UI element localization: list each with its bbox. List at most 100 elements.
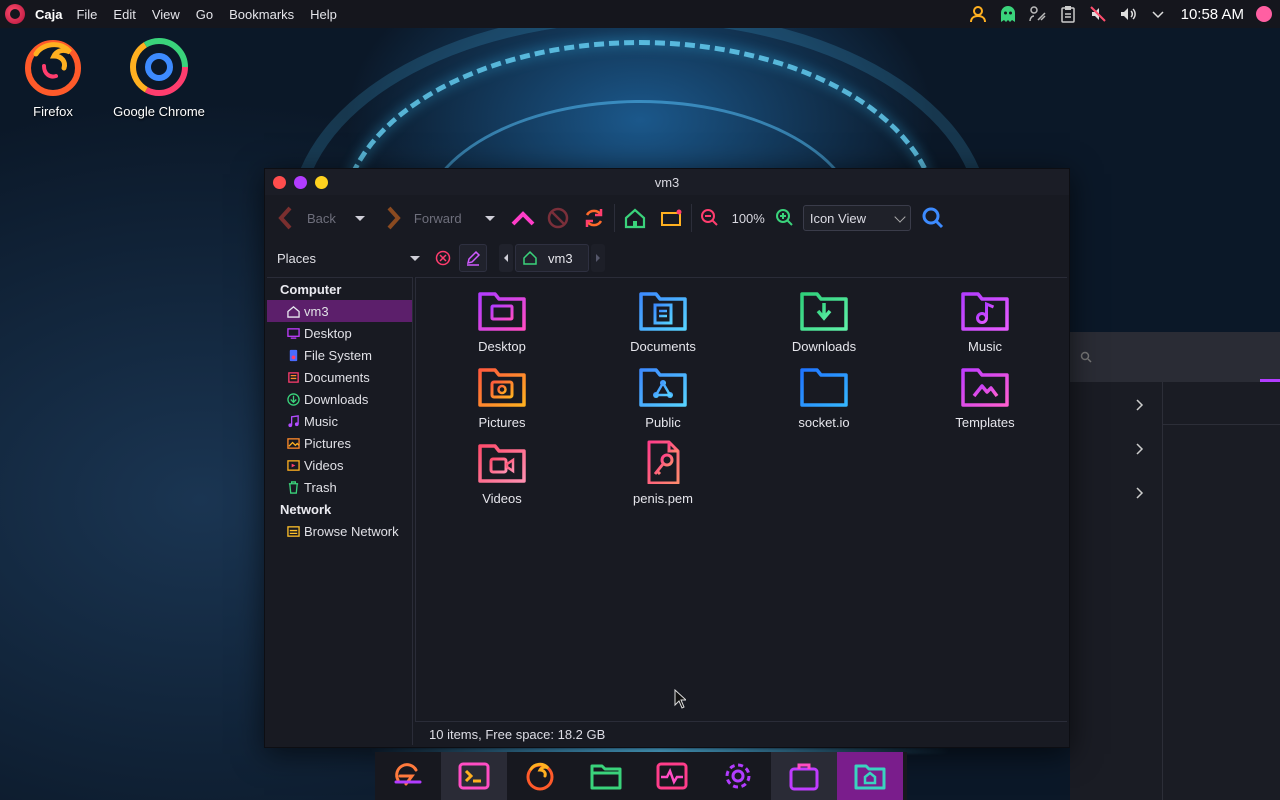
sidebar-item-browse-network[interactable]: Browse Network [267, 520, 412, 542]
search-icon[interactable] [921, 206, 945, 230]
dock-item-firefox[interactable] [507, 752, 573, 800]
back-button[interactable]: Back [277, 202, 336, 234]
dock-item-menu[interactable] [375, 752, 441, 800]
folder-pictures-icon [478, 368, 526, 407]
close-sidebar-icon[interactable] [435, 250, 451, 266]
user-icon[interactable] [969, 5, 987, 23]
up-arrow-icon[interactable] [510, 207, 536, 229]
menu-edit[interactable]: Edit [113, 7, 135, 22]
sidebar-item-vm3[interactable]: vm3 [267, 300, 412, 322]
volume-icon[interactable] [1119, 5, 1137, 23]
zoom-level[interactable]: 100% [732, 211, 765, 226]
sidebar-item-label: File System [304, 347, 372, 363]
dock-item-software[interactable] [771, 752, 837, 800]
chevron-down-icon[interactable] [1149, 5, 1167, 23]
downloads-icon [287, 392, 300, 406]
breadcrumb-label: vm3 [548, 250, 573, 266]
dock-item-files[interactable] [573, 752, 639, 800]
sidebar-item-file-system[interactable]: File System [267, 344, 412, 366]
dock-item-system-monitor[interactable] [639, 752, 705, 800]
stop-icon[interactable] [546, 206, 570, 230]
background-window[interactable] [1070, 332, 1280, 800]
sidebar-item-trash[interactable]: Trash [267, 476, 412, 498]
minimize-button[interactable] [315, 175, 328, 189]
chevron-right-icon[interactable] [1132, 398, 1146, 412]
sidebar-item-pictures[interactable]: Pictures [267, 432, 412, 454]
edit-location-button[interactable] [459, 244, 487, 272]
dock-item-home-folder[interactable] [837, 752, 903, 800]
desktop-icon-chrome[interactable]: Google Chrome [104, 36, 214, 119]
settings-icon [725, 763, 751, 789]
computer-icon[interactable] [659, 207, 683, 229]
clipboard-icon[interactable] [1059, 5, 1077, 23]
chevron-right-icon[interactable] [1132, 486, 1146, 500]
menu-help[interactable]: Help [310, 7, 337, 22]
sidebar-item-documents[interactable]: Documents [267, 366, 412, 388]
sidebar-item-videos[interactable]: Videos [267, 454, 412, 476]
breadcrumb-scroll-right[interactable] [591, 244, 605, 272]
file-item-socket-io[interactable]: socket.io [764, 364, 884, 430]
dock-item-terminal[interactable] [441, 752, 507, 800]
chevron-right-icon [596, 254, 600, 262]
user-avatar[interactable] [1256, 6, 1272, 22]
clock[interactable]: 10:58 AM [1181, 6, 1244, 23]
menu-go[interactable]: Go [196, 7, 213, 22]
desktop-icon-firefox[interactable]: Firefox [0, 36, 108, 119]
sidebar-header-network: Network [280, 502, 332, 517]
file-label: Templates [955, 415, 1015, 430]
network-icon[interactable] [1028, 5, 1047, 23]
zoom-out-icon[interactable] [700, 208, 720, 228]
app-name[interactable]: Caja [35, 7, 62, 22]
dock-item-settings[interactable] [705, 752, 771, 800]
background-search-bar[interactable] [1070, 332, 1280, 382]
chevron-right-icon[interactable] [1132, 442, 1146, 456]
view-mode-select[interactable]: Icon View [802, 205, 911, 231]
sidebar-item-music[interactable]: Music [267, 410, 412, 432]
home-icon [523, 250, 537, 265]
file-item-documents[interactable]: Documents [603, 288, 723, 354]
trash-icon [288, 480, 299, 494]
mic-muted-icon[interactable] [1089, 5, 1107, 23]
back-history-dropdown[interactable] [350, 208, 370, 228]
folder-videos-icon [478, 444, 526, 483]
maximize-button[interactable] [294, 175, 307, 189]
sidebar-item-downloads[interactable]: Downloads [267, 388, 412, 410]
home-icon[interactable] [623, 207, 647, 229]
file-item-public[interactable]: Public [603, 364, 723, 430]
breadcrumb-scroll-left[interactable] [499, 244, 513, 272]
dock [375, 752, 907, 800]
mouse-cursor-icon [674, 689, 686, 709]
sidebar-item-label: vm3 [304, 303, 329, 319]
reload-icon[interactable] [582, 206, 606, 230]
menu-file[interactable]: File [76, 7, 97, 22]
file-manager-window: vm3 Back Forward 100% Icon View Places v… [264, 168, 1070, 748]
breadcrumb-vm3[interactable]: vm3 [515, 244, 589, 272]
chevron-down-icon [410, 256, 420, 261]
file-item-downloads[interactable]: Downloads [764, 288, 884, 354]
file-item-videos[interactable]: Videos [442, 440, 562, 506]
arrow-left-icon [278, 206, 292, 230]
forward-button[interactable]: Forward [384, 202, 462, 234]
file-item-templates[interactable]: Templates [925, 364, 1045, 430]
zoom-in-icon[interactable] [775, 208, 795, 228]
titlebar[interactable]: vm3 [265, 169, 1069, 195]
sidebar-item-desktop[interactable]: Desktop [267, 322, 412, 344]
search-icon [1080, 351, 1092, 363]
close-button[interactable] [273, 175, 286, 189]
music-icon [288, 414, 299, 427]
menu-icon [394, 763, 422, 786]
file-item-desktop[interactable]: Desktop [442, 288, 562, 354]
file-label: Pictures [478, 415, 526, 430]
file-item-music[interactable]: Music [925, 288, 1045, 354]
file-item-penis-pem[interactable]: penis.pem [603, 440, 723, 506]
file-label: Videos [482, 491, 522, 506]
menu-view[interactable]: View [152, 7, 180, 22]
forward-history-dropdown[interactable] [480, 208, 500, 228]
file-item-pictures[interactable]: Pictures [442, 364, 562, 430]
places-dropdown[interactable]: Places [277, 251, 425, 266]
app-logo-icon[interactable] [5, 4, 25, 24]
sidebar-item-label: Desktop [304, 325, 352, 341]
icon-view[interactable]: Desktop Documents Downloads Music Pictur… [415, 277, 1067, 721]
menu-bookmarks[interactable]: Bookmarks [229, 7, 294, 22]
ghost-icon[interactable] [999, 5, 1017, 23]
